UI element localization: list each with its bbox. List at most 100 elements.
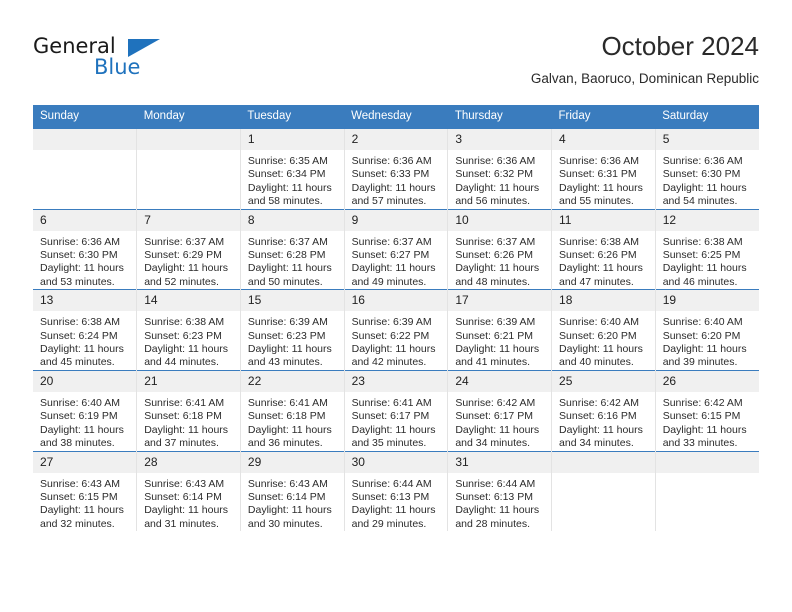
calendar-day-cell[interactable]: 16 Sunrise: 6:39 AM Sunset: 6:22 PM Dayligh… [343, 289, 448, 371]
daylight-text-line2: and 54 minutes. [662, 195, 738, 208]
day-number: 17 [448, 290, 552, 312]
daylight-text-line1: Daylight: 11 hours [247, 504, 332, 517]
calendar-day-cell[interactable]: 5 Sunrise: 6:36 AM Sunset: 6:30 PM Daylight… [654, 128, 759, 210]
day-number: 15 [240, 290, 344, 312]
calendar-day-cell[interactable]: 11 Sunrise: 6:38 AM Sunset: 6:26 PM Dayligh… [551, 208, 656, 290]
sunrise-text: Sunrise: 6:37 AM [455, 235, 536, 248]
sunrise-text: Sunrise: 6:39 AM [351, 316, 432, 329]
calendar-day-cell[interactable]: 15 Sunrise: 6:39 AM Sunset: 6:23 PM Dayligh… [239, 289, 345, 371]
daylight-text-line2: and 40 minutes. [559, 356, 634, 369]
calendar-day-cell[interactable]: 8 Sunrise: 6:37 AM Sunset: 6:28 PM Daylight… [239, 208, 345, 290]
calendar-day-cell[interactable]: 9 Sunrise: 6:37 AM Sunset: 6:27 PM Daylight… [343, 208, 448, 290]
calendar-day-cell[interactable]: 31 Sunrise: 6:44 AM Sunset: 6:13 PM Dayligh… [447, 450, 552, 532]
sunset-text: Sunset: 6:19 PM [40, 410, 118, 423]
sunrise-text: Sunrise: 6:37 AM [144, 235, 225, 248]
sunrise-text: Sunrise: 6:35 AM [247, 155, 328, 167]
day-details: Sunrise: 6:43 AM Sunset: 6:14 PM Daylight:… [241, 473, 344, 532]
daylight-text-line2: and 48 minutes. [455, 275, 531, 288]
daylight-text-line1: Daylight: 11 hours [559, 262, 643, 275]
daylight-text-line2: and 57 minutes. [351, 195, 427, 208]
calendar-day-cell[interactable]: 26 Sunrise: 6:42 AM Sunset: 6:15 PM Dayligh… [654, 369, 759, 451]
calendar-day-cell[interactable]: 14 Sunrise: 6:38 AM Sunset: 6:23 PM Dayligh… [136, 289, 241, 371]
day-number: 13 [33, 290, 137, 312]
page-subtitle: Galvan, Baoruco, Dominican Republic [530, 71, 759, 86]
day-details: Sunrise: 6:39 AM Sunset: 6:22 PM Daylight:… [345, 311, 448, 370]
calendar-day-cell[interactable]: 20 Sunrise: 6:40 AM Sunset: 6:19 PM Dayligh… [33, 369, 137, 451]
calendar-day-cell[interactable]: 2 Sunrise: 6:36 AM Sunset: 6:33 PM Daylight… [343, 128, 448, 210]
daylight-text-line1: Daylight: 11 hours [455, 262, 540, 275]
calendar-day-cell[interactable]: 24 Sunrise: 6:42 AM Sunset: 6:17 PM Dayligh… [447, 369, 552, 451]
day-details: Sunrise: 6:38 AM Sunset: 6:24 PM Daylight:… [33, 311, 136, 370]
day-number [552, 451, 655, 473]
sunrise-text: Sunrise: 6:37 AM [247, 235, 328, 248]
sunset-text: Sunset: 6:26 PM [559, 249, 637, 262]
calendar-week-row: 6 Sunrise: 6:36 AM Sunset: 6:30 PM Daylight… [33, 208, 759, 290]
sunrise-text: Sunrise: 6:36 AM [40, 235, 120, 248]
calendar-day-cell[interactable]: 22 Sunrise: 6:41 AM Sunset: 6:18 PM Dayligh… [239, 369, 345, 451]
day-number: 19 [655, 290, 759, 312]
sunset-text: Sunset: 6:24 PM [40, 329, 118, 342]
day-number: 14 [137, 290, 240, 312]
calendar-day-cell[interactable]: 19 Sunrise: 6:40 AM Sunset: 6:20 PM Dayligh… [654, 289, 759, 371]
calendar-day-cell[interactable]: 25 Sunrise: 6:42 AM Sunset: 6:16 PM Dayligh… [551, 369, 656, 451]
calendar-day-cell[interactable]: 21 Sunrise: 6:41 AM Sunset: 6:18 PM Dayligh… [136, 369, 241, 451]
daylight-text-line1: Daylight: 11 hours [559, 343, 643, 356]
calendar-day-cell[interactable]: 13 Sunrise: 6:38 AM Sunset: 6:24 PM Dayligh… [33, 289, 137, 371]
calendar-day-cell[interactable]: 10 Sunrise: 6:37 AM Sunset: 6:26 PM Dayligh… [447, 208, 552, 290]
daylight-text-line2: and 37 minutes. [144, 437, 219, 450]
calendar-day-cell[interactable]: 28 Sunrise: 6:43 AM Sunset: 6:14 PM Dayligh… [136, 450, 241, 532]
calendar-week-row: 27 Sunrise: 6:43 AM Sunset: 6:15 PM Dayligh… [33, 450, 759, 532]
daylight-text-line1: Daylight: 11 hours [247, 181, 332, 194]
sunset-text: Sunset: 6:29 PM [144, 249, 222, 262]
calendar-day-cell[interactable]: 6 Sunrise: 6:36 AM Sunset: 6:30 PM Daylight… [33, 208, 137, 290]
day-number: 10 [448, 209, 552, 231]
brand-logo[interactable]: General Blue [33, 34, 233, 90]
weekday-header-wednesday: Wednesday [344, 105, 448, 129]
daylight-text-line2: and 58 minutes. [247, 195, 323, 208]
day-details: Sunrise: 6:41 AM Sunset: 6:17 PM Daylight:… [345, 392, 448, 451]
day-number: 30 [344, 451, 448, 473]
calendar-cell-empty [33, 128, 137, 210]
daylight-text-line2: and 55 minutes. [559, 195, 634, 208]
calendar-day-cell[interactable]: 30 Sunrise: 6:44 AM Sunset: 6:13 PM Dayligh… [343, 450, 448, 532]
weekday-header-sunday: Sunday [33, 105, 137, 129]
calendar-day-cell[interactable]: 4 Sunrise: 6:36 AM Sunset: 6:31 PM Daylight… [551, 128, 656, 210]
calendar-day-cell[interactable]: 7 Sunrise: 6:37 AM Sunset: 6:29 PM Daylight… [136, 208, 241, 290]
day-number: 22 [240, 370, 344, 392]
sunset-text: Sunset: 6:34 PM [247, 168, 326, 181]
day-number [655, 451, 759, 473]
day-number: 6 [33, 209, 137, 231]
calendar-cell-empty [136, 128, 241, 210]
calendar-day-cell[interactable]: 17 Sunrise: 6:39 AM Sunset: 6:21 PM Dayligh… [447, 289, 552, 371]
daylight-text-line1: Daylight: 11 hours [662, 343, 747, 356]
day-details [656, 473, 759, 478]
daylight-text-line1: Daylight: 11 hours [662, 262, 747, 275]
calendar-day-cell[interactable]: 18 Sunrise: 6:40 AM Sunset: 6:20 PM Dayligh… [551, 289, 656, 371]
sunrise-text: Sunrise: 6:42 AM [455, 396, 536, 409]
daylight-text-line1: Daylight: 11 hours [144, 504, 229, 517]
day-details: Sunrise: 6:43 AM Sunset: 6:15 PM Daylight:… [33, 473, 136, 532]
daylight-text-line2: and 28 minutes. [455, 517, 531, 530]
day-details: Sunrise: 6:38 AM Sunset: 6:25 PM Daylight:… [656, 231, 759, 290]
day-details: Sunrise: 6:36 AM Sunset: 6:33 PM Daylight:… [345, 150, 448, 209]
day-number [33, 129, 137, 150]
calendar-day-cell[interactable]: 23 Sunrise: 6:41 AM Sunset: 6:17 PM Dayligh… [343, 369, 448, 451]
daylight-text-line1: Daylight: 11 hours [455, 181, 540, 194]
calendar-day-cell[interactable]: 27 Sunrise: 6:43 AM Sunset: 6:15 PM Dayligh… [33, 450, 137, 532]
calendar-day-cell[interactable]: 1 Sunrise: 6:35 AM Sunset: 6:34 PM Daylight… [239, 128, 345, 210]
day-number: 25 [552, 370, 655, 392]
sunrise-text: Sunrise: 6:40 AM [662, 316, 743, 329]
calendar-day-cell[interactable]: 29 Sunrise: 6:43 AM Sunset: 6:14 PM Dayligh… [239, 450, 345, 532]
day-number: 5 [655, 129, 759, 150]
day-details [552, 473, 655, 478]
calendar-day-cell[interactable]: 12 Sunrise: 6:38 AM Sunset: 6:25 PM Dayligh… [654, 208, 759, 290]
calendar-grid: Sunday Monday Tuesday Wednesday Thursday… [33, 105, 759, 532]
daylight-text-line2: and 44 minutes. [144, 356, 219, 369]
calendar-day-cell[interactable]: 3 Sunrise: 6:36 AM Sunset: 6:32 PM Daylight… [447, 128, 552, 210]
calendar-body: 1 Sunrise: 6:35 AM Sunset: 6:34 PM Daylight… [33, 128, 759, 532]
sunrise-text: Sunrise: 6:39 AM [247, 316, 328, 329]
daylight-text-line2: and 31 minutes. [144, 517, 219, 530]
calendar-cell-empty [654, 450, 759, 532]
sunset-text: Sunset: 6:20 PM [559, 329, 637, 342]
sunrise-text: Sunrise: 6:43 AM [144, 477, 225, 490]
